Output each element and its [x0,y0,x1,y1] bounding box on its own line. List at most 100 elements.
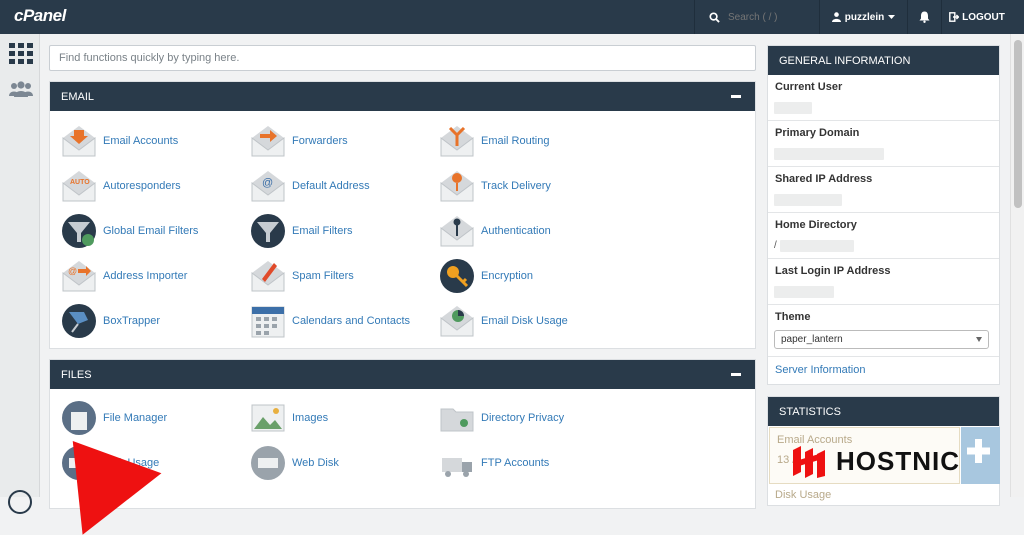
boxtrapper-item[interactable]: BoxTrapper [60,302,245,340]
email-accounts-item[interactable]: Email Accounts [60,122,245,160]
track-delivery-item[interactable]: Track Delivery [438,167,623,205]
item-label: Spam Filters [292,270,354,282]
current-user-row: Current User [768,75,999,121]
authentication-item[interactable]: Authentication [438,212,623,250]
general-information-panel: GENERAL INFORMATION Current User Primary… [767,45,1000,385]
item-label: BoxTrapper [103,315,161,327]
username-label: puzzlein [844,11,885,23]
web-disk-item[interactable]: Web Disk [249,444,434,482]
home-directory-label: Home Directory [775,219,857,231]
web-disk-icon [249,444,287,482]
address-importer-item[interactable]: @ Address Importer [60,257,245,295]
images-icon [249,399,287,437]
current-user-label: Current User [775,81,843,93]
directory-privacy-item[interactable]: Directory Privacy [438,399,623,437]
email-panel-header[interactable]: EMAIL [50,82,755,111]
hostnic-logo-icon [793,446,825,478]
email-panel-title: EMAIL [61,90,95,103]
svg-text:@: @ [68,266,77,276]
spam-filters-icon [249,257,287,295]
encryption-item[interactable]: Encryption [438,257,623,295]
global-search-input[interactable] [728,11,808,23]
autoresponders-item[interactable]: AUTO Autoresponders [60,167,245,205]
email-accounts-icon [60,122,98,160]
server-information-link[interactable]: Server Information [768,357,999,383]
svg-text:@: @ [262,177,273,189]
home-directory-prefix: / [774,240,777,251]
primary-domain-row: Primary Domain [768,121,999,167]
authentication-icon [438,212,476,250]
autoresponders-icon: AUTO [60,167,98,205]
user-icon [831,12,841,22]
help-circle-icon[interactable] [8,490,32,514]
search-icon [709,11,720,23]
logout-label: LOGOUT [962,11,1005,23]
files-panel-header[interactable]: FILES [50,360,755,389]
email-disk-usage-icon [438,302,476,340]
images-item[interactable]: Images [249,399,434,437]
item-label: Email Filters [292,225,353,237]
page-scrollbar[interactable] [1010,34,1024,497]
last-login-ip-row: Last Login IP Address [768,259,999,305]
global-email-filters-item[interactable]: Global Email Filters [60,212,245,250]
collapse-icon[interactable] [731,95,741,98]
global-email-filters-icon [60,212,98,250]
item-label: Web Disk [292,457,339,469]
disk-usage-stat-label: Disk Usage [775,489,832,501]
theme-row: Theme paper_lantern [768,305,999,357]
email-routing-item[interactable]: Email Routing [438,122,623,160]
collapse-icon[interactable] [731,373,741,376]
email-filters-icon [249,212,287,250]
users-group-icon[interactable] [9,80,33,102]
calendars-contacts-item[interactable]: Calendars and Contacts [249,302,434,340]
default-address-item[interactable]: @ Default Address [249,167,434,205]
primary-domain-label: Primary Domain [775,127,860,139]
svg-text:AUTO: AUTO [70,179,90,186]
user-menu[interactable]: puzzlein [820,0,908,34]
grid-apps-icon[interactable] [9,43,33,65]
item-label: Images [292,412,329,424]
side-nav [0,34,40,514]
item-label: Address Importer [103,270,188,282]
theme-select-value: paper_lantern [781,334,843,345]
track-delivery-icon [438,167,476,205]
email-filters-item[interactable]: Email Filters [249,212,434,250]
shared-ip-row: Shared IP Address [768,167,999,213]
encryption-icon [438,257,476,295]
caret-down-icon [976,337,982,342]
spam-filters-item[interactable]: Spam Filters [249,257,434,295]
cpanel-logo[interactable]: cPanel [14,6,66,26]
general-information-title: GENERAL INFORMATION [768,46,999,75]
scrollbar-thumb[interactable] [1014,40,1022,208]
calendars-contacts-icon [249,302,287,340]
plus-icon [967,439,990,463]
redacted-value [774,148,884,160]
quick-function-search-input[interactable] [49,45,756,71]
theme-label: Theme [775,311,811,323]
theme-select[interactable]: paper_lantern [774,330,989,349]
item-label: FTP Accounts [481,457,550,469]
redacted-value [774,194,842,206]
forwarders-item[interactable]: Forwarders [249,122,434,160]
hostnic-watermark-text: HOSTNIC [836,445,960,476]
logout-button[interactable]: LOGOUT [944,0,1010,34]
item-label: Email Disk Usage [481,315,568,327]
last-login-ip-label: Last Login IP Address [775,265,891,277]
item-label: Email Accounts [103,135,179,147]
top-navbar: cPanel puzzlein LOGOUT [0,0,1024,34]
notifications-button[interactable] [908,0,942,34]
redacted-value [774,102,812,114]
add-email-account-button[interactable] [961,427,1000,484]
statistics-title: STATISTICS [768,397,999,426]
email-panel: EMAIL Email Accounts Forwarders Email Rout… [49,81,756,349]
hostnic-watermark: HOSTNIC [790,444,960,478]
forwarders-icon [249,122,287,160]
global-search[interactable] [694,0,820,34]
ftp-accounts-item[interactable]: FTP Accounts [438,444,623,482]
item-label: Forwarders [292,135,348,147]
bell-icon [919,11,930,23]
address-importer-icon: @ [60,257,98,295]
files-panel-title: FILES [61,368,92,381]
home-directory-row: Home Directory / [768,213,999,259]
email-disk-usage-item[interactable]: Email Disk Usage [438,302,623,340]
